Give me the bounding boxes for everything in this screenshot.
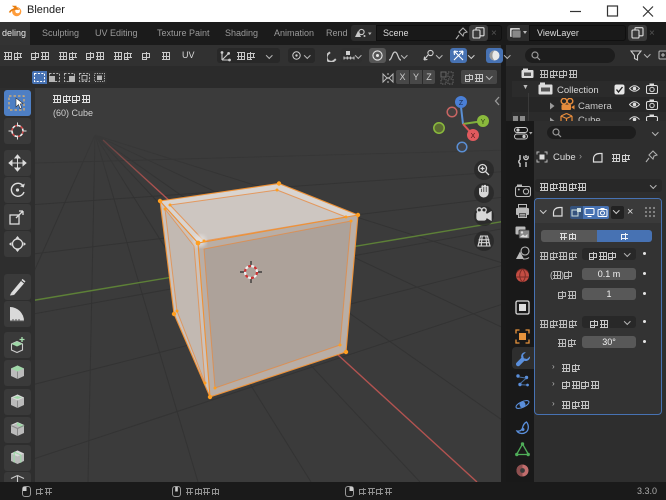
svg-text:Y: Y <box>481 119 486 126</box>
svg-text:X: X <box>471 133 476 140</box>
svg-text:Z: Z <box>459 100 464 107</box>
